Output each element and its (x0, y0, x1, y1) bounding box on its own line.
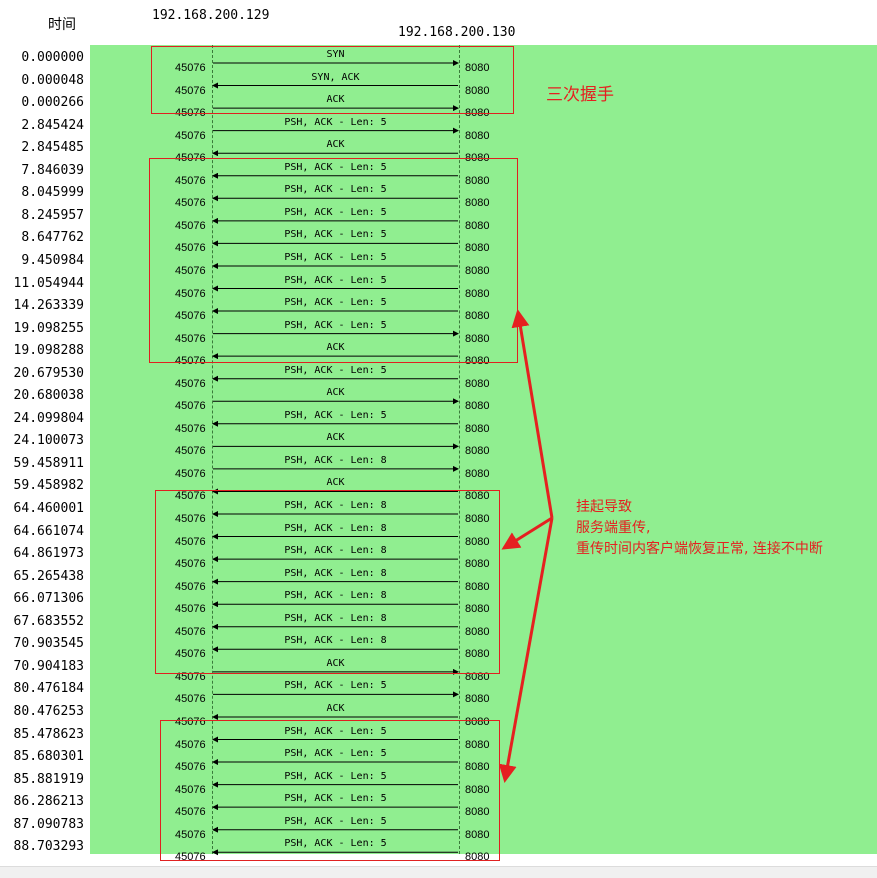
annotation-arrows (498, 309, 554, 783)
annotation-arrow-up (511, 309, 554, 519)
retransmit-annotation-line: 服务端重传, (576, 520, 651, 536)
status-strip (0, 866, 877, 878)
retransmit-annotation: 挂起导致 服务端重传, 重传时间内客户端恢复正常, 连接不中断 (576, 497, 823, 560)
handshake-annotation: 三次握手 (546, 85, 614, 105)
annotation-arrow-mid (501, 516, 553, 550)
retransmit-annotation-line: 挂起导致 (576, 499, 632, 515)
retransmit-annotation-line: 重传时间内客户端恢复正常, 连接不中断 (576, 541, 823, 557)
annotation-arrow-down (498, 517, 554, 783)
